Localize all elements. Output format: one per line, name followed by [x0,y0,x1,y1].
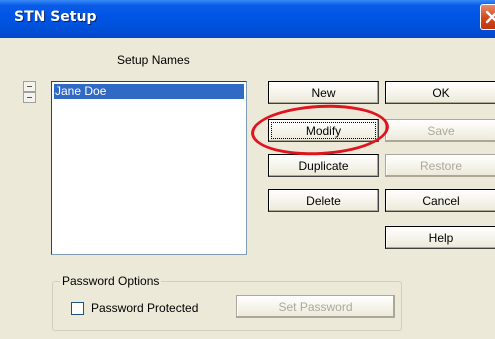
setup-names-list[interactable]: Jane Doe [51,81,247,255]
ok-button[interactable]: OK [385,81,495,104]
close-button[interactable] [480,4,495,30]
new-button[interactable]: New [268,81,379,104]
help-button[interactable]: Help [385,226,495,249]
password-protected-checkbox[interactable] [71,302,84,315]
list-item[interactable]: Jane Doe [54,84,244,99]
save-button[interactable]: Save [385,119,495,142]
close-icon [485,10,495,24]
window-title: STN Setup [14,9,97,25]
modify-button[interactable]: Modify [268,119,379,142]
stn-setup-dialog: STN Setup Setup Names Jane Doe New Modif… [0,0,495,339]
title-bar[interactable]: STN Setup [0,0,495,38]
password-protected-label[interactable]: Password Protected [91,301,198,315]
set-password-button[interactable]: Set Password [236,295,395,318]
restore-button[interactable]: Restore [385,154,495,177]
cancel-button[interactable]: Cancel [385,189,495,212]
scroll-down-icon[interactable] [23,92,36,103]
scroll-up-icon[interactable] [23,81,36,92]
duplicate-button[interactable]: Duplicate [268,154,379,177]
password-options-legend: Password Options [60,274,162,288]
delete-button[interactable]: Delete [268,189,379,212]
setup-names-label: Setup Names [117,53,190,67]
